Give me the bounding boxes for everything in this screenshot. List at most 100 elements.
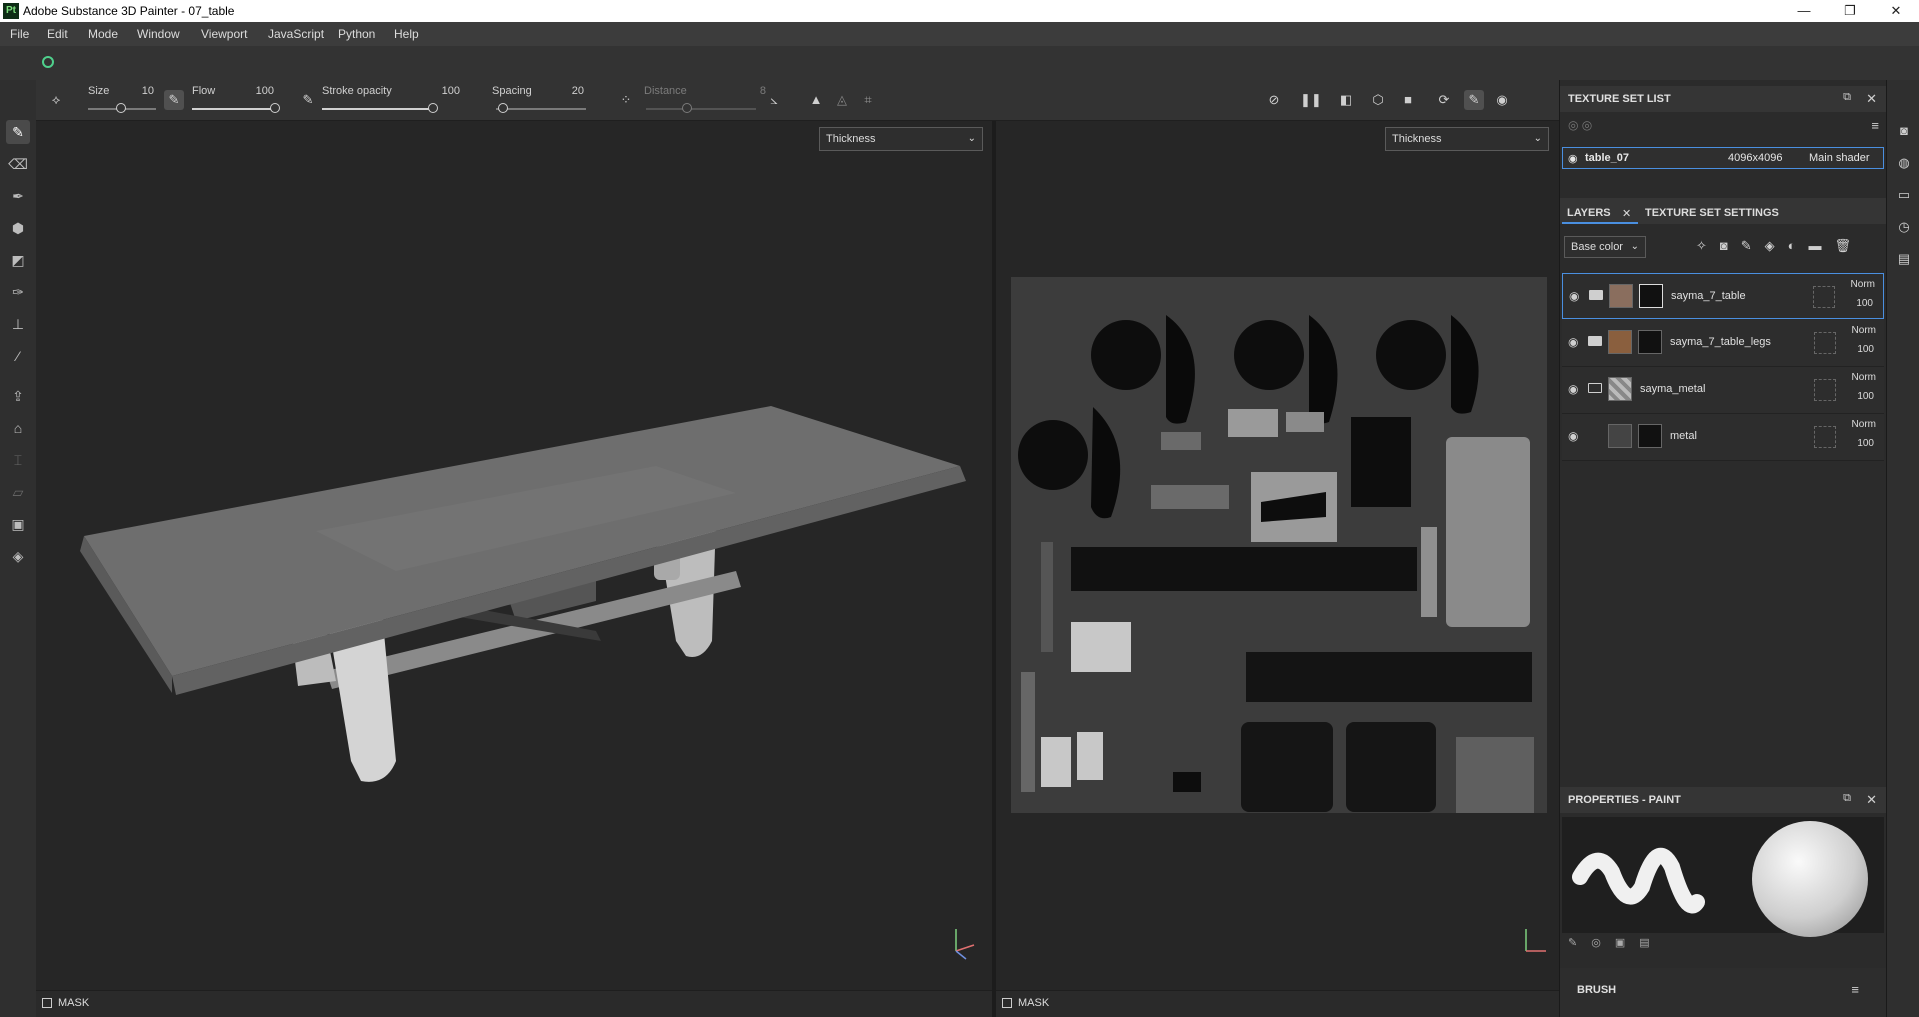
bake-tool-icon[interactable]: ⌂: [6, 416, 30, 440]
add-folder-icon[interactable]: ▬: [1809, 238, 1835, 253]
stroke-opacity-value[interactable]: 100: [436, 85, 460, 97]
hide-ui-icon[interactable]: ⊘: [1264, 90, 1284, 110]
measure-tool-icon[interactable]: ⌶: [6, 448, 30, 472]
size-value[interactable]: 10: [130, 85, 154, 97]
tab-texture-set-settings[interactable]: TEXTURE SET SETTINGS: [1645, 207, 1779, 219]
texture-set-menu-icon[interactable]: ≡: [1871, 118, 1879, 133]
distance-value[interactable]: 8: [742, 85, 766, 97]
alignment-icon[interactable]: ⦣: [764, 90, 784, 110]
flow-value[interactable]: 100: [250, 85, 274, 97]
texture-set-item[interactable]: ◉ table_07 4096x4096 Main shader: [1562, 147, 1884, 169]
mask-checkbox-2d[interactable]: [1002, 998, 1012, 1008]
eye-icon[interactable]: ◉: [1568, 335, 1578, 349]
delete-layer-icon[interactable]: 🗑: [1835, 238, 1865, 253]
layer-row[interactable]: ◉ sayma_7_table Norm 100: [1562, 273, 1884, 319]
spacing-slider-handle[interactable]: [498, 103, 508, 113]
viewer-settings-icon[interactable]: ◍: [1895, 154, 1913, 172]
viewport-3d[interactable]: Thickness ⌄ MASK: [36, 121, 992, 1017]
add-fill-layer-icon[interactable]: ◈: [1765, 238, 1788, 253]
stamp-tool-icon[interactable]: ⊥: [6, 312, 30, 336]
visibility-toggle-icon[interactable]: ◎ ◎: [1568, 118, 1592, 132]
layer-mask-thumbnail[interactable]: [1638, 424, 1662, 448]
pause-render-icon[interactable]: ❚❚: [1300, 90, 1322, 110]
layer-blend-mode[interactable]: Norm: [1851, 279, 1875, 290]
spacing-slider[interactable]: [496, 108, 586, 110]
camera-icon[interactable]: ■: [1398, 90, 1418, 110]
distance-slider[interactable]: [646, 108, 756, 110]
layer-effect-slot[interactable]: [1814, 332, 1836, 354]
render-tool-icon[interactable]: ▣: [6, 512, 30, 536]
paint-mode-icon[interactable]: ✎: [1464, 90, 1484, 110]
gradient-tab-icon[interactable]: ▤: [1639, 937, 1663, 949]
material-tab-icon[interactable]: ◎: [1591, 937, 1615, 949]
shelf-icon[interactable]: ▭: [1895, 186, 1913, 204]
clone-tool-icon[interactable]: ✑: [6, 280, 30, 304]
transform-tool-icon[interactable]: ▱: [6, 480, 30, 504]
size-slider-handle[interactable]: [116, 103, 126, 113]
symmetry-icon[interactable]: ▲: [806, 90, 826, 110]
projection-tool-icon[interactable]: ✒: [6, 184, 30, 208]
layer-mask-thumbnail[interactable]: [1638, 330, 1662, 354]
polygon-fill-tool-icon[interactable]: ⬢: [6, 216, 30, 240]
add-effect-icon[interactable]: ✧: [1696, 238, 1720, 253]
stroke-opacity-slider[interactable]: [322, 108, 432, 110]
eraser-tool-icon[interactable]: ⌫: [6, 152, 30, 176]
distance-slider-handle[interactable]: [682, 103, 692, 113]
lazy-mouse-icon[interactable]: ⟡: [46, 90, 66, 110]
viewport-split-icon[interactable]: ◧: [1336, 90, 1356, 110]
flow-slider[interactable]: [192, 108, 274, 110]
log-icon[interactable]: ▤: [1895, 250, 1913, 268]
distance-toggle-icon[interactable]: ⁘: [616, 90, 636, 110]
flow-slider-handle[interactable]: [270, 103, 280, 113]
close-button[interactable]: ✕: [1873, 0, 1919, 22]
connection-status-icon[interactable]: [42, 56, 54, 68]
export-tool-icon[interactable]: ⇪: [6, 384, 30, 408]
display-mode-icon[interactable]: ⬡: [1368, 90, 1388, 110]
crop-icon[interactable]: ⌗: [858, 90, 878, 110]
viewport-2d[interactable]: Thickness ⌄ MASK: [996, 121, 1559, 1017]
stroke-opacity-slider-handle[interactable]: [428, 103, 438, 113]
stencil-tab-icon[interactable]: ▣: [1615, 937, 1639, 949]
smudge-tool-icon[interactable]: ◩: [6, 248, 30, 272]
menu-window[interactable]: Window: [137, 27, 180, 41]
paint-brush-tool-icon[interactable]: ✎: [6, 120, 30, 144]
menu-file[interactable]: File: [10, 27, 29, 41]
layer-blend-mode[interactable]: Norm: [1852, 325, 1876, 336]
close-icon[interactable]: ✕: [1866, 792, 1877, 808]
menu-help[interactable]: Help: [394, 27, 419, 41]
minimize-button[interactable]: —: [1781, 0, 1827, 22]
pen-pressure-flow-icon[interactable]: ✎: [298, 90, 318, 110]
eye-icon[interactable]: ◉: [1568, 152, 1578, 165]
symmetry-settings-icon[interactable]: ◬: [832, 90, 852, 110]
popout-icon[interactable]: ⧉: [1843, 792, 1851, 805]
menu-python[interactable]: Python: [338, 27, 375, 41]
mask-checkbox-3d[interactable]: [42, 998, 52, 1008]
spacing-value[interactable]: 20: [560, 85, 584, 97]
screenshot-icon[interactable]: ◉: [1492, 90, 1512, 110]
layer-channel-dropdown[interactable]: Base color ⌄: [1564, 236, 1646, 258]
layer-effect-slot[interactable]: [1814, 426, 1836, 448]
layer-opacity[interactable]: 100: [1856, 298, 1873, 309]
uv-tool-icon[interactable]: ◈: [6, 544, 30, 568]
layer-blend-mode[interactable]: Norm: [1852, 372, 1876, 383]
tab-layers[interactable]: LAYERS: [1567, 207, 1611, 219]
layer-row[interactable]: ◉ metal Norm 100: [1562, 414, 1884, 461]
layer-opacity[interactable]: 100: [1857, 438, 1874, 449]
layer-blend-mode[interactable]: Norm: [1852, 419, 1876, 430]
brush-tab-icon[interactable]: ✎: [1568, 937, 1591, 949]
color-picker-tool-icon[interactable]: ⁄: [6, 344, 30, 368]
eye-icon[interactable]: ◉: [1568, 429, 1578, 443]
layer-effect-slot[interactable]: [1813, 286, 1835, 308]
eye-icon[interactable]: ◉: [1568, 382, 1578, 396]
add-mask-icon[interactable]: ◙: [1720, 238, 1741, 253]
layer-mask-thumbnail[interactable]: [1639, 284, 1663, 308]
popout-icon[interactable]: ⧉: [1843, 91, 1851, 104]
brush-menu-icon[interactable]: ≡: [1851, 982, 1859, 997]
layer-row[interactable]: ◉ sayma_metal Norm 100: [1562, 367, 1884, 414]
bake-mode-icon[interactable]: ⟳: [1434, 90, 1454, 110]
menu-edit[interactable]: Edit: [47, 27, 68, 41]
layer-opacity[interactable]: 100: [1857, 391, 1874, 402]
channel-dropdown-2d[interactable]: Thickness ⌄: [1385, 127, 1549, 151]
close-layers-tab-icon[interactable]: ✕: [1622, 207, 1631, 220]
maximize-button[interactable]: ❐: [1827, 0, 1873, 22]
